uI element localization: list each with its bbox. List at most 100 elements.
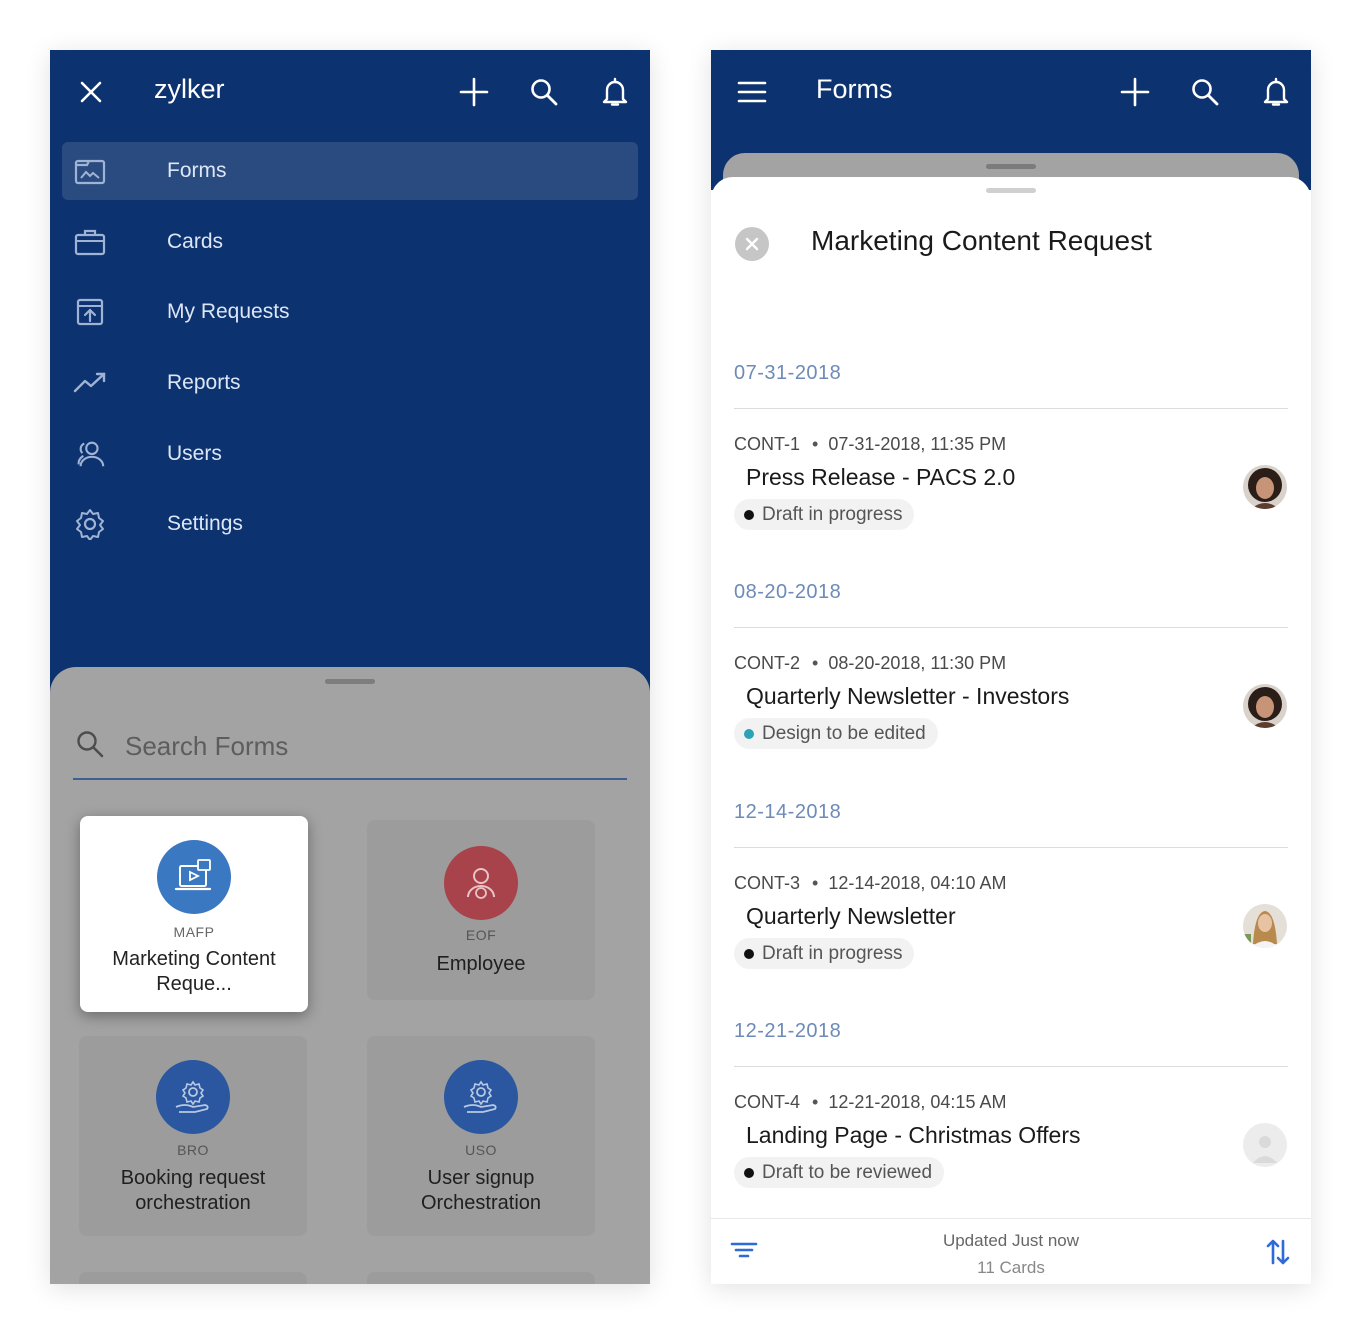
form-title: Marketing Content Request [811, 225, 1152, 256]
status-dot [744, 1168, 754, 1178]
card-timestamp: 12-14-2018, 04:10 AM [828, 873, 1007, 893]
status-badge: Draft in progress [734, 938, 915, 969]
hamburger-icon[interactable] [732, 72, 772, 112]
nav-item-settings[interactable]: Settings [62, 495, 638, 553]
close-sheet-button[interactable] [735, 227, 769, 261]
nav-item-my-requests[interactable]: My Requests [62, 283, 638, 341]
status-label: Draft in progress [762, 943, 903, 964]
reports-icon [73, 367, 107, 399]
avatar-placeholder[interactable] [1243, 1123, 1287, 1167]
plus-icon[interactable] [454, 72, 494, 112]
requests-icon [73, 296, 107, 328]
bell-icon[interactable] [1256, 72, 1296, 112]
gear-hand-icon [156, 1060, 230, 1134]
nav-item-label: Reports [167, 371, 241, 395]
status-label: Draft in progress [762, 504, 903, 525]
form-card-mafp[interactable]: MAFP Marketing Content Reque... [80, 816, 308, 1012]
card-id: CONT-4 [734, 1092, 801, 1112]
form-card-bro[interactable]: BRO Booking request orchestration [79, 1036, 307, 1236]
card-title[interactable]: Quarterly Newsletter [746, 903, 956, 930]
form-name: Employee [436, 953, 526, 975]
form-name: Booking request orchestration [120, 1167, 266, 1214]
card-group: 07-31-2018 CONT-1 • 07-31-2018, 11:35 PM P… [734, 362, 1288, 542]
nav-item-users[interactable]: Users [62, 425, 638, 483]
nav-menu: Forms Cards My Requests Reports Users Se… [62, 142, 638, 566]
avatar[interactable] [1243, 904, 1287, 948]
form-card-eof[interactable]: EOF Employee [367, 820, 595, 1000]
org-title: zylker [154, 74, 225, 104]
form-code: BRO [177, 1142, 209, 1158]
group-date: 12-21-2018 [734, 1020, 842, 1042]
cards-icon [73, 226, 107, 258]
nav-item-label: Forms [167, 159, 227, 182]
divider [734, 408, 1288, 409]
nav-item-forms[interactable]: Forms [62, 142, 638, 200]
updated-status: Updated Just now [942, 1231, 1080, 1250]
form-card-uso[interactable]: USO User signup Orchestration [367, 1036, 595, 1236]
drag-handle[interactable] [986, 188, 1036, 193]
card-id: CONT-2 [734, 653, 801, 673]
form-card-partial[interactable] [79, 1272, 307, 1284]
employee-form-icon [444, 846, 518, 920]
footer-bar: Updated Just now 11 Cards [711, 1218, 1311, 1284]
card-meta: CONT-3 • 12-14-2018, 04:10 AM [734, 873, 1006, 894]
search-forms-field[interactable] [73, 722, 627, 780]
separator-dot: • [812, 873, 819, 893]
status-badge: Draft in progress [734, 499, 915, 530]
group-date: 08-20-2018 [734, 581, 842, 603]
search-forms-input[interactable] [125, 728, 605, 764]
nav-item-label: Users [167, 441, 222, 465]
group-date: 12-14-2018 [734, 801, 842, 823]
card-title[interactable]: Landing Page - Christmas Offers [746, 1122, 1081, 1149]
forms-sheet: MAFP Marketing Content Reque... EOF Empl… [50, 667, 650, 1284]
divider [734, 1066, 1288, 1067]
close-icon[interactable] [71, 72, 111, 112]
form-name: User signup Orchestration [420, 1167, 542, 1214]
avatar[interactable] [1243, 684, 1287, 728]
form-card-partial[interactable] [367, 1272, 595, 1284]
card-timestamp: 07-31-2018, 11:35 PM [828, 434, 1007, 454]
separator-dot: • [812, 1092, 819, 1112]
status-label: Draft to be reviewed [762, 1162, 933, 1183]
card-group: 08-20-2018 CONT-2 • 08-20-2018, 11:30 PM Q… [734, 581, 1288, 761]
users-icon [73, 438, 107, 470]
card-timestamp: 12-21-2018, 04:15 AM [828, 1092, 1007, 1112]
divider [734, 847, 1288, 848]
close-icon [745, 237, 759, 251]
gear-hand-icon [444, 1060, 518, 1134]
nav-item-reports[interactable]: Reports [62, 354, 638, 412]
status-badge: Draft to be reviewed [734, 1157, 945, 1188]
nav-item-label: Settings [167, 512, 243, 536]
bell-icon[interactable] [595, 72, 635, 112]
right-screen: Forms Marketing Content Request 07-31-20… [711, 50, 1311, 1284]
separator-dot: • [812, 653, 819, 673]
form-code: EOF [465, 927, 497, 943]
search-icon[interactable] [524, 72, 564, 112]
card-title[interactable]: Press Release - PACS 2.0 [746, 464, 1015, 491]
card-count: 11 Cards [977, 1258, 1045, 1277]
page-title: Forms [816, 74, 893, 104]
separator-dot: • [812, 434, 819, 454]
forms-icon [73, 155, 107, 187]
form-code: USO [465, 1142, 497, 1158]
card-title[interactable]: Quarterly Newsletter - Investors [746, 683, 1069, 710]
nav-item-cards[interactable]: Cards [62, 213, 638, 271]
status-label: Design to be edited [762, 723, 926, 744]
sort-icon[interactable] [1265, 1237, 1291, 1272]
drag-handle[interactable] [325, 679, 375, 684]
form-name: Marketing Content Reque... [112, 948, 276, 995]
card-group: 12-21-2018 CONT-4 • 12-21-2018, 04:15 AM L… [734, 1020, 1288, 1200]
card-group: 12-14-2018 CONT-3 • 12-14-2018, 04:10 AM Q… [734, 801, 1288, 981]
left-screen: zylker Forms Cards My Requests Reports U… [50, 50, 650, 1284]
status-dot [744, 729, 754, 739]
card-meta: CONT-2 • 08-20-2018, 11:30 PM [734, 653, 1006, 674]
card-id: CONT-1 [734, 434, 801, 454]
divider [734, 627, 1288, 628]
search-icon[interactable] [1185, 72, 1225, 112]
search-icon [76, 730, 104, 763]
status-badge: Design to be edited [734, 718, 938, 749]
plus-icon[interactable] [1115, 72, 1155, 112]
avatar[interactable] [1243, 465, 1287, 509]
status-dot [744, 949, 754, 959]
form-code: MAFP [173, 924, 215, 940]
